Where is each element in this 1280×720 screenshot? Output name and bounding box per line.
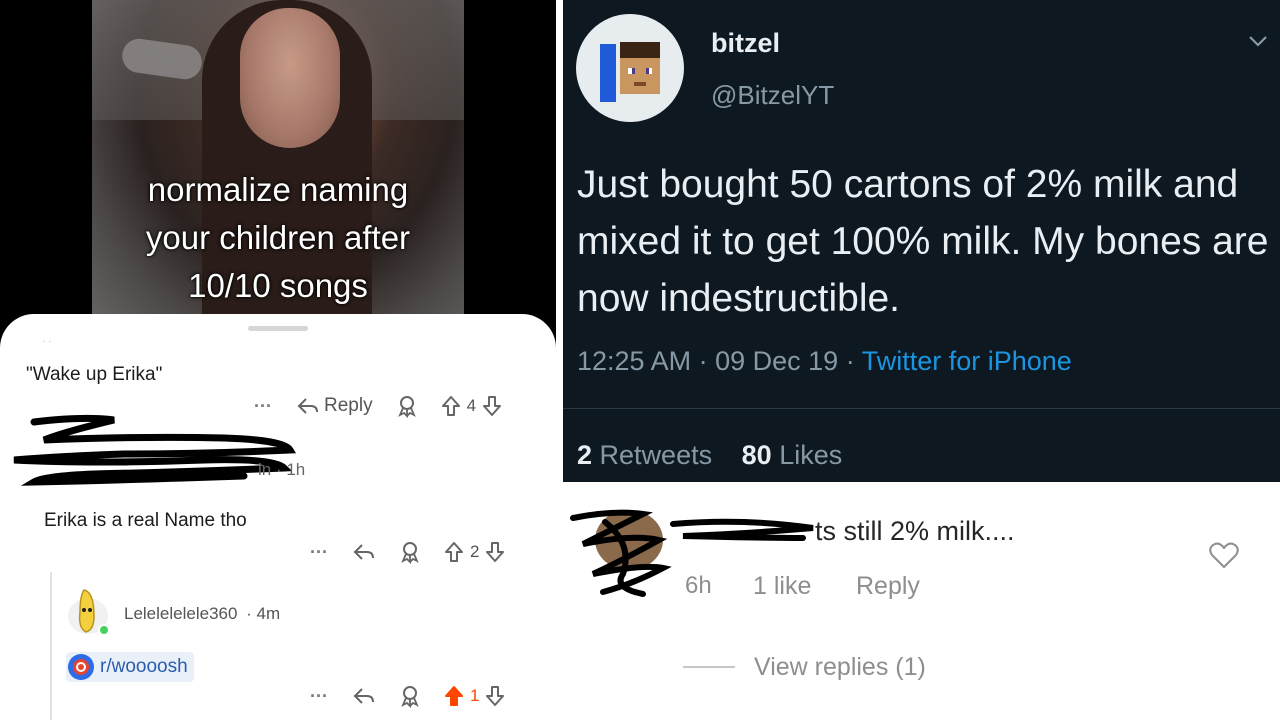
heart-icon[interactable] xyxy=(1209,541,1239,569)
comment-3-time: · 4m xyxy=(246,604,281,623)
reply-label: Reply xyxy=(324,395,373,416)
tweet-time: 12:25 AM xyxy=(577,346,692,376)
banana-avatar[interactable] xyxy=(64,582,112,638)
comment-2-meta: in · 1h xyxy=(258,460,306,479)
tweet-meta: 12:25 AM · 09 Dec 19 · Twitter for iPhon… xyxy=(577,346,1072,377)
likes-count: 80 xyxy=(741,440,772,470)
top-comment-text: "Wake up Erika" xyxy=(26,364,163,385)
likes-stat[interactable]: 80 Likes xyxy=(742,440,843,470)
vote-count: 2 xyxy=(470,542,480,561)
video-caption: normalize naming your children after 10/… xyxy=(92,166,464,310)
reply-icon[interactable] xyxy=(352,685,376,707)
thread-line[interactable] xyxy=(50,572,52,720)
username-text[interactable]: Lelelelelele360 xyxy=(124,604,237,623)
tweet-card: bitzel @BitzelYT Just bought 50 cartons … xyxy=(563,0,1280,482)
likes-label: Likes xyxy=(779,440,843,470)
redaction-scribble xyxy=(13,414,297,486)
subreddit-name[interactable]: r/woooosh xyxy=(100,656,188,678)
comment-text: ts still 2% milk.... xyxy=(815,516,1015,546)
vote-count: 1 xyxy=(470,686,480,705)
tweet-date: 09 Dec 19 xyxy=(715,346,839,376)
tweet-screenshot: bitzel @BitzelYT Just bought 50 cartons … xyxy=(563,0,1280,720)
retweets-label: Retweets xyxy=(599,440,713,470)
subreddit-link[interactable]: r/woooosh xyxy=(66,652,194,682)
chevron-down-icon[interactable] xyxy=(1247,30,1269,52)
vote-count: 4 xyxy=(466,396,477,415)
faint-marks: · · xyxy=(42,336,52,347)
subreddit-icon xyxy=(68,654,94,680)
caption-line-2: your children after xyxy=(145,219,411,256)
tweet-text: Just bought 50 cartons of 2% milk and mi… xyxy=(577,163,1269,320)
comment-2-actions: ··· 2 xyxy=(306,540,505,564)
drag-handle[interactable] xyxy=(248,326,308,331)
pixel-character-icon xyxy=(600,42,660,102)
retweets-stat[interactable]: 2 Retweets xyxy=(577,440,712,470)
divider xyxy=(563,408,1280,409)
award-icon[interactable] xyxy=(398,540,422,564)
tweet-source-link[interactable]: Twitter for iPhone xyxy=(862,346,1072,376)
comment-2-text: Erika is a real Name tho xyxy=(44,510,247,531)
separator: · xyxy=(845,346,862,376)
upvote-icon[interactable] xyxy=(441,395,461,417)
separator: · xyxy=(698,346,716,376)
award-icon[interactable] xyxy=(398,684,422,708)
award-icon[interactable] xyxy=(395,394,419,418)
downvote-icon[interactable] xyxy=(482,395,502,417)
comment-3-author[interactable]: Lelelelelele360 · 4m xyxy=(124,604,280,624)
view-replies-button[interactable]: View replies (1) xyxy=(754,653,926,682)
downvote-icon[interactable] xyxy=(485,541,505,563)
video-thumbnail[interactable]: normalize naming your children after 10/… xyxy=(92,0,464,330)
caption-line-3: 10/10 songs xyxy=(188,267,368,304)
comment-3-actions: ··· 1 xyxy=(306,684,505,708)
reply-icon[interactable] xyxy=(352,541,376,563)
upvote-icon[interactable] xyxy=(444,541,464,563)
downvote-icon[interactable] xyxy=(485,685,505,707)
retweets-count: 2 xyxy=(577,440,593,470)
replies-line xyxy=(683,666,735,668)
user-handle[interactable]: @BitzelYT xyxy=(711,80,834,111)
comments-sheet: · · "Wake up Erika" ··· Reply 4 in · 1h … xyxy=(0,314,556,720)
display-name[interactable]: bitzel xyxy=(711,28,780,59)
more-options-icon[interactable]: ··· xyxy=(306,542,332,563)
reddit-screenshot: normalize naming your children after 10/… xyxy=(0,0,556,720)
reply-button[interactable]: Reply xyxy=(856,572,920,601)
upvote-active-icon[interactable] xyxy=(444,685,464,707)
caption-line-1: normalize naming xyxy=(147,171,409,208)
profile-avatar[interactable] xyxy=(576,14,684,122)
tweet-stats: 2 Retweets 80 Likes xyxy=(577,440,842,471)
meme-collage: normalize naming your children after 10/… xyxy=(0,0,1280,720)
person-face xyxy=(240,8,340,148)
comment-time: 6h xyxy=(685,572,712,599)
reply-button[interactable]: Reply xyxy=(296,395,373,417)
comment-likes[interactable]: 1 like xyxy=(753,572,811,601)
more-options-icon[interactable]: ··· xyxy=(306,686,332,707)
